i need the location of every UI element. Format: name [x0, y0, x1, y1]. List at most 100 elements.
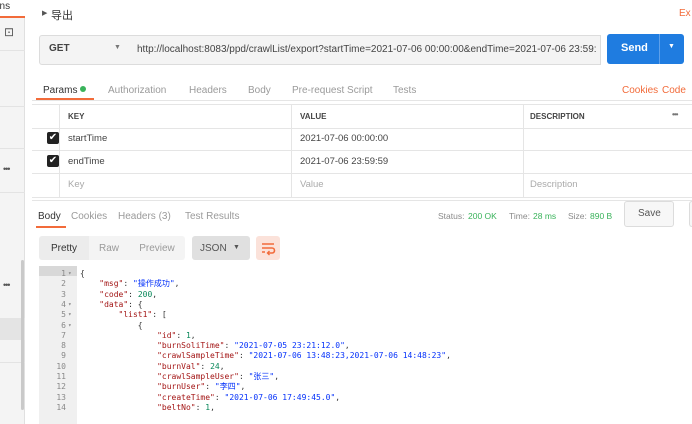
preview-button[interactable]: Preview	[129, 236, 185, 260]
params-active-dot	[80, 86, 86, 92]
tab-response-body[interactable]: Body	[38, 211, 61, 222]
send-button[interactable]: Send ▼	[607, 34, 684, 64]
param-description[interactable]	[523, 127, 692, 150]
time-label: Time:	[509, 211, 530, 221]
line-number: 11	[56, 372, 66, 381]
code-text: "list1": [	[118, 310, 167, 320]
code-line: 11 "crawlSampleUser": "张三",	[32, 372, 692, 381]
send-divider	[659, 34, 660, 64]
expand-icon[interactable]: ▶	[42, 9, 47, 17]
tab-response-headers[interactable]: Headers (3)	[118, 211, 171, 222]
sidebar-scrollbar[interactable]	[21, 260, 24, 410]
line-number: 6	[61, 320, 66, 330]
cookies-link[interactable]: Cookies	[622, 85, 658, 96]
line-number: 8	[61, 341, 66, 351]
method-select[interactable]: GET ▼	[39, 35, 131, 65]
tab-response-cookies[interactable]: Cookies	[71, 211, 107, 222]
wrap-icon	[262, 243, 276, 256]
size-value: 890 B	[590, 211, 613, 221]
params-header-row: KEY VALUE DESCRIPTION •••	[32, 104, 692, 129]
code-line: 8 "burnSoliTime": "2021-07-05 23:21:12.0…	[32, 341, 692, 350]
param-value[interactable]: 2021-07-06 23:59:59	[300, 156, 388, 167]
description-input[interactable]: Description	[530, 179, 578, 190]
code-text: "data": {	[99, 299, 143, 309]
status-value: 200 OK	[468, 211, 497, 221]
code-line: 9 "crawlSampleTime": "2021-07-06 13:48:2…	[32, 351, 692, 360]
value-input[interactable]: Value	[300, 179, 324, 190]
line-number: 9	[61, 351, 66, 361]
column-header-description: DESCRIPTION	[530, 112, 585, 121]
fold-toggle-icon[interactable]: ▾	[68, 321, 72, 330]
response-body-editor[interactable]: 1 ▾{2 "msg": "操作成功", 3 "code": 200, 4 ▾ "dat…	[32, 266, 692, 424]
tab-tests[interactable]: Tests	[393, 85, 416, 96]
line-number: 5	[61, 310, 66, 320]
format-select[interactable]: JSON ▼	[192, 236, 250, 260]
tab-authorization[interactable]: Authorization	[108, 85, 166, 96]
line-number: 4	[61, 299, 66, 309]
size-label: Size:	[568, 211, 587, 221]
checkbox-checked[interactable]: ✔	[47, 155, 59, 167]
code-text: "burnUser": "李四",	[157, 382, 246, 392]
code-text: "beltNo": 1,	[157, 402, 215, 412]
raw-button[interactable]: Raw	[89, 236, 129, 260]
more-icon[interactable]: •••	[3, 164, 23, 174]
tab-headers[interactable]: Headers	[189, 85, 227, 96]
url-text: http://localhost:8083/ppd/crawlList/expo…	[137, 44, 597, 55]
sidebar-divider	[0, 106, 25, 107]
send-label: Send	[621, 42, 648, 54]
code-text: "burnVal": 24,	[157, 361, 225, 371]
active-tab-indicator	[36, 226, 66, 228]
chevron-down-icon[interactable]: ▼	[668, 43, 675, 50]
method-label: GET	[49, 43, 70, 54]
tab-body[interactable]: Body	[248, 85, 271, 96]
checkbox-checked[interactable]: ✔	[47, 132, 59, 144]
code-text: "code": 200,	[99, 289, 158, 299]
more-icon[interactable]: •••	[672, 110, 678, 119]
code-link[interactable]: Code	[662, 85, 686, 96]
format-label: JSON	[200, 243, 227, 254]
status-label: Status:	[438, 211, 465, 221]
line-number: 13	[56, 392, 66, 402]
wrap-lines-button[interactable]	[256, 236, 280, 260]
line-number: 2	[61, 279, 66, 289]
code-text: "crawlSampleUser": "张三",	[157, 372, 280, 381]
examples-link[interactable]: Ex	[679, 8, 691, 19]
time-value: 28 ms	[533, 211, 557, 221]
more-icon[interactable]: •••	[3, 280, 23, 290]
line-number: 3	[61, 289, 66, 299]
code-line: 2 "msg": "操作成功",	[32, 279, 692, 288]
param-value[interactable]: 2021-07-06 00:00:00	[300, 133, 388, 144]
code-text: "id": 1,	[157, 330, 196, 340]
tab-test-results[interactable]: Test Results	[185, 211, 239, 222]
code-line: 13 "createTime": "2021-07-06 17:49:45.0"…	[32, 393, 692, 402]
sidebar: ons ⊡ ••• •••	[0, 0, 25, 424]
code-line: 3 "code": 200,	[32, 290, 692, 299]
pretty-button[interactable]: Pretty	[39, 236, 89, 260]
code-text: "crawlSampleTime": "2021-07-06 13:48:23,…	[157, 351, 451, 361]
new-collection-icon[interactable]: ⊡	[4, 25, 14, 39]
main-panel: ▶ 导出 Ex GET ▼ http://localhost:8083/ppd/…	[32, 0, 692, 424]
param-key[interactable]: endTime	[68, 156, 105, 167]
code-line: 1 ▾ {	[32, 269, 692, 278]
line-number: 7	[61, 330, 66, 340]
code-text: "createTime": "2021-07-06 17:49:45.0",	[157, 392, 341, 402]
code-text: "msg": "操作成功",	[99, 279, 180, 289]
request-title[interactable]: 导出	[51, 7, 73, 23]
line-number: 12	[56, 382, 66, 392]
chevron-down-icon: ▼	[233, 244, 240, 251]
sidebar-tab-collections[interactable]: ons	[0, 0, 25, 18]
param-description[interactable]	[523, 150, 692, 173]
fold-toggle-icon[interactable]: ▾	[68, 310, 72, 319]
fold-toggle-icon[interactable]: ▾	[68, 269, 72, 278]
tab-pre-request-script[interactable]: Pre-request Script	[292, 85, 373, 96]
url-input[interactable]: http://localhost:8083/ppd/crawlList/expo…	[129, 35, 601, 65]
code-line: 12 "burnUser": "李四",	[32, 382, 692, 391]
tab-params[interactable]: Params	[43, 85, 77, 96]
key-input[interactable]: Key	[68, 179, 84, 190]
chevron-down-icon: ▼	[114, 44, 121, 51]
fold-toggle-icon[interactable]: ▾	[68, 300, 72, 309]
request-tabs: Params Authorization Headers Body Pre-re…	[32, 76, 692, 101]
param-key[interactable]: startTime	[68, 133, 107, 144]
save-response-button[interactable]: Save	[624, 201, 674, 227]
line-number: 1	[61, 269, 66, 278]
